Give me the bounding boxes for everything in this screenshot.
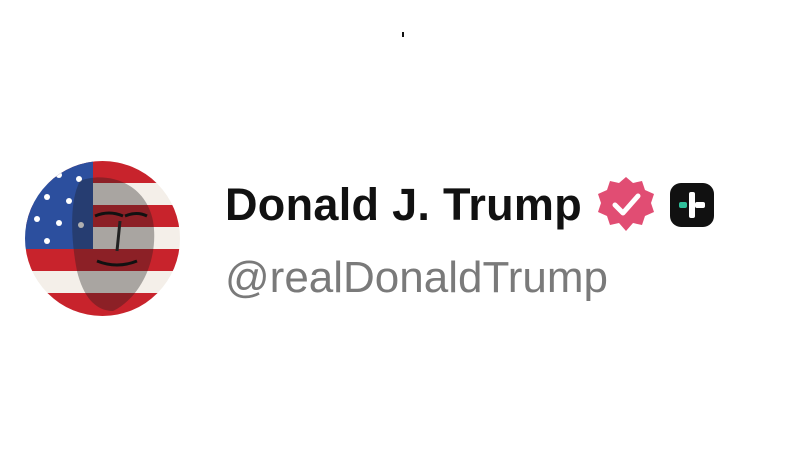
name-row: Donald J. Trump	[225, 175, 715, 235]
avatar[interactable]	[25, 161, 180, 316]
avatar-image	[25, 161, 180, 316]
plus-badge-icon	[669, 182, 715, 228]
profile-names: Donald J. Trump @realDonaldTrump	[225, 175, 715, 303]
verified-badge-icon	[596, 175, 656, 235]
user-handle[interactable]: @realDonaldTrump	[225, 253, 715, 303]
artifact-mark	[402, 32, 404, 37]
profile-header: Donald J. Trump @realDonaldTrump	[25, 161, 715, 316]
display-name: Donald J. Trump	[225, 178, 583, 230]
